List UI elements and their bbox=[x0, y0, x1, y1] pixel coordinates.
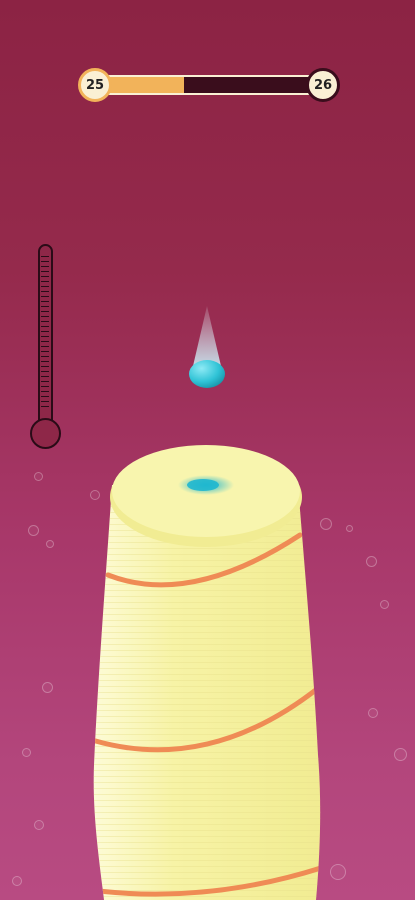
level-progress-bar: 25 26 bbox=[78, 68, 340, 102]
bubble bbox=[46, 540, 54, 548]
thermometer-ticks bbox=[41, 256, 49, 411]
current-level-badge: 25 bbox=[78, 68, 112, 102]
bubble bbox=[42, 682, 53, 693]
bubble bbox=[394, 748, 407, 761]
thermometer-bulb bbox=[30, 418, 61, 449]
bubble bbox=[12, 876, 22, 886]
bubble bbox=[380, 600, 389, 609]
bubble bbox=[368, 708, 378, 718]
next-level-badge: 26 bbox=[306, 68, 340, 102]
bubble bbox=[22, 748, 31, 757]
thermometer-icon bbox=[30, 244, 66, 454]
falling-ball-icon bbox=[189, 306, 225, 388]
bubble bbox=[34, 820, 44, 830]
bubble bbox=[28, 525, 39, 536]
paint-splat-core bbox=[187, 479, 219, 491]
progress-track bbox=[94, 75, 324, 95]
game-scene[interactable]: 25 26 bbox=[0, 0, 415, 900]
ball bbox=[189, 360, 225, 388]
helix-tower[interactable] bbox=[70, 435, 350, 900]
bubble bbox=[366, 556, 377, 567]
bubble bbox=[34, 472, 43, 481]
